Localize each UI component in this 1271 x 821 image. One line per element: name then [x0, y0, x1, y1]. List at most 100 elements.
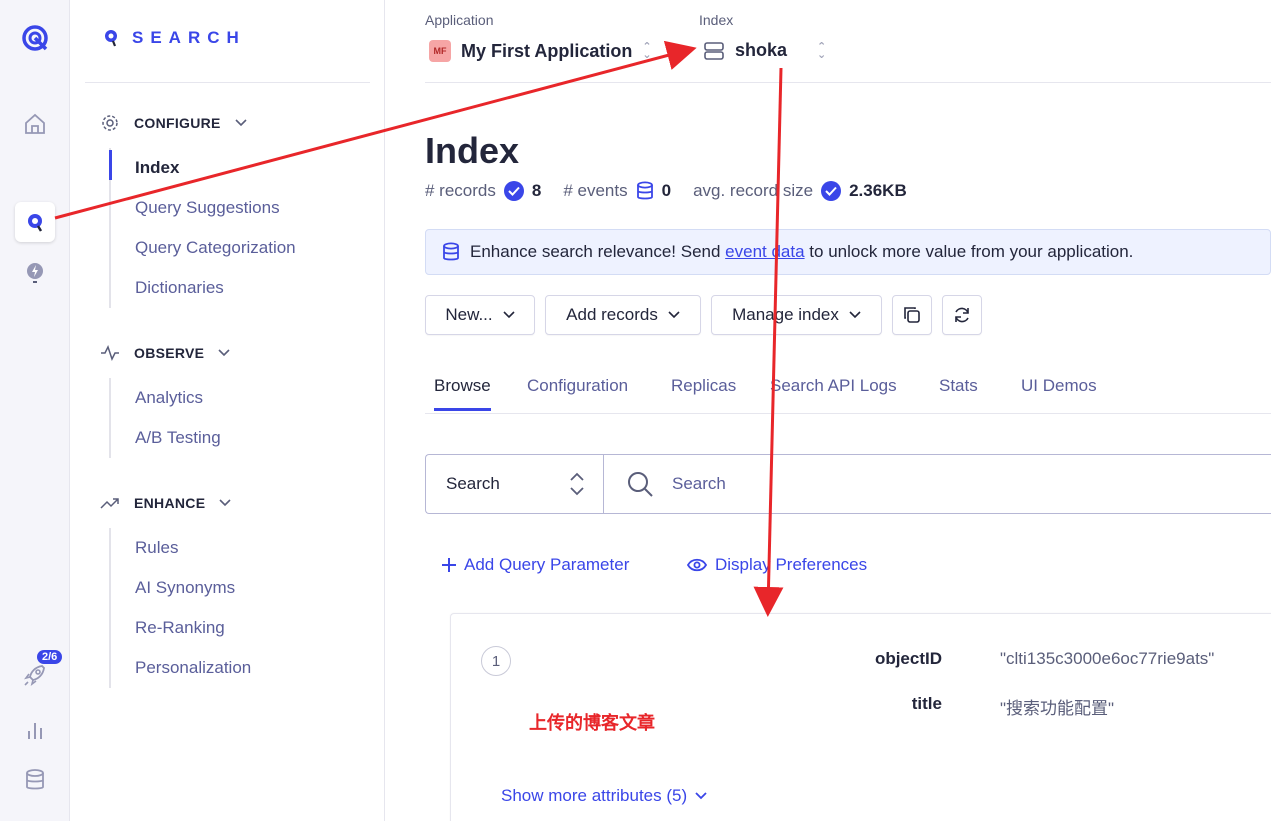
- add-query-parameter-label: Add Query Parameter: [464, 555, 630, 574]
- section-configure-label: CONFIGURE: [134, 115, 221, 131]
- add-records-label: Add records: [566, 305, 658, 324]
- show-more-attributes-button[interactable]: Show more attributes (5): [501, 786, 707, 806]
- record-size-label: avg. record size: [693, 181, 814, 200]
- chevron-down-icon: [218, 349, 230, 357]
- show-more-label: Show more attributes (5): [501, 786, 688, 805]
- event-data-link[interactable]: event data: [725, 242, 804, 261]
- algolia-logo-icon[interactable]: [15, 18, 55, 58]
- events-value: 0: [661, 181, 672, 200]
- copy-icon: [904, 307, 920, 323]
- manage-index-button[interactable]: Manage index: [711, 295, 882, 335]
- tab-stats[interactable]: Stats: [939, 376, 978, 396]
- search-product-icon[interactable]: [15, 202, 55, 242]
- records-label: # records: [425, 181, 496, 200]
- search-placeholder: Search: [672, 474, 726, 493]
- add-query-parameter-link[interactable]: Add Query Parameter: [442, 555, 629, 575]
- onboarding-badge: 2/6: [37, 650, 63, 664]
- enhance-list: Rules AI Synonyms Re-Ranking Personaliza…: [109, 528, 251, 688]
- attr-value-title: "搜索功能配置": [1000, 699, 1115, 718]
- section-observe[interactable]: OBSERVE: [100, 343, 230, 363]
- plus-icon: [442, 558, 456, 572]
- add-records-button[interactable]: Add records: [545, 295, 701, 335]
- refresh-icon: [955, 307, 969, 323]
- search-mode-value: Search: [446, 474, 500, 493]
- nav-item-query-categorization[interactable]: Query Categorization: [135, 228, 296, 268]
- nav-item-query-suggestions[interactable]: Query Suggestions: [135, 188, 296, 228]
- select-arrows-icon: [570, 472, 584, 496]
- search-input[interactable]: Search: [604, 455, 1271, 513]
- gear-icon: [102, 115, 118, 131]
- annotation-text: 上传的博客文章: [529, 713, 655, 733]
- eye-icon: [687, 558, 707, 572]
- nav-item-re-ranking[interactable]: Re-Ranking: [135, 608, 251, 648]
- database-icon: [443, 242, 459, 261]
- search-icon: [628, 472, 653, 497]
- search-brand-icon: [105, 30, 117, 47]
- sort-arrows-icon: ⌃ ⌄: [642, 41, 652, 61]
- database-icon: [636, 181, 653, 200]
- recommend-icon[interactable]: [15, 253, 55, 293]
- new-button[interactable]: New...: [425, 295, 535, 335]
- tab-search-api-logs[interactable]: Search API Logs: [770, 376, 897, 396]
- nav-item-ai-synonyms[interactable]: AI Synonyms: [135, 568, 251, 608]
- chevron-down-icon: [235, 119, 247, 127]
- index-selector[interactable]: shoka ⌃ ⌄: [703, 40, 826, 61]
- analytics-icon[interactable]: [15, 710, 55, 750]
- page-title: Index: [425, 130, 520, 171]
- chevron-down-icon: [219, 499, 231, 507]
- product-nav: SEARCH CONFIGURE Index Query Suggestions…: [70, 0, 385, 821]
- home-icon[interactable]: [15, 104, 55, 144]
- main-content: Application MF My First Application ⌃ ⌄ I…: [385, 0, 1271, 821]
- tab-replicas[interactable]: Replicas: [671, 376, 736, 396]
- banner-text: Enhance search relevance! Send event dat…: [470, 242, 1133, 262]
- nav-item-index[interactable]: Index: [109, 148, 296, 188]
- index-label: Index: [699, 12, 734, 28]
- tab-ui-demos[interactable]: UI Demos: [1021, 376, 1097, 396]
- attr-key-title: title: [911, 694, 942, 713]
- index-tabs: Browse Configuration Replicas Search API…: [425, 372, 1271, 414]
- display-preferences-link[interactable]: Display Preferences: [687, 555, 867, 575]
- application-selector[interactable]: MF My First Application ⌃ ⌄: [429, 40, 652, 62]
- application-avatar: MF: [429, 40, 451, 62]
- index-name: shoka: [735, 40, 788, 60]
- sort-arrows-icon: ⌃ ⌄: [817, 40, 827, 61]
- brand-label: SEARCH: [132, 28, 246, 47]
- refresh-button[interactable]: [942, 295, 982, 335]
- section-enhance[interactable]: ENHANCE: [100, 493, 231, 513]
- record-size-value: 2.36KB: [849, 181, 907, 200]
- observe-list: Analytics A/B Testing: [109, 378, 221, 458]
- nav-item-analytics[interactable]: Analytics: [135, 378, 221, 418]
- record-index: 1: [481, 646, 511, 676]
- index-stats: # records 8 # events 0 avg. record size …: [425, 181, 921, 201]
- manage-index-label: Manage index: [732, 305, 839, 324]
- nav-item-rules[interactable]: Rules: [135, 528, 251, 568]
- section-configure[interactable]: CONFIGURE: [100, 113, 247, 133]
- search-brand: SEARCH: [104, 28, 246, 48]
- nav-item-personalization[interactable]: Personalization: [135, 648, 251, 688]
- new-button-label: New...: [445, 305, 493, 324]
- search-mode-select[interactable]: Search: [426, 455, 604, 513]
- database-icon[interactable]: [15, 760, 55, 800]
- server-icon: [704, 41, 724, 60]
- nav-item-dictionaries[interactable]: Dictionaries: [135, 268, 296, 308]
- chevron-down-icon: [695, 792, 707, 800]
- tab-browse[interactable]: Browse: [434, 376, 491, 411]
- trend-up-icon: [100, 498, 119, 509]
- icon-rail: 2/6: [0, 0, 70, 821]
- tab-configuration[interactable]: Configuration: [527, 376, 628, 396]
- check-circle-icon: [503, 181, 524, 201]
- nav-item-ab-testing[interactable]: A/B Testing: [135, 418, 221, 458]
- configure-list: Index Query Suggestions Query Categoriza…: [109, 148, 296, 308]
- header-divider: [425, 82, 1271, 83]
- chevron-down-icon: [668, 311, 680, 319]
- section-enhance-label: ENHANCE: [134, 495, 206, 511]
- display-preferences-label: Display Preferences: [715, 555, 868, 574]
- banner-prefix: Enhance search relevance! Send: [470, 242, 726, 261]
- application-label: Application: [425, 12, 494, 28]
- pulse-icon: [101, 345, 119, 361]
- banner-suffix: to unlock more value from your applicati…: [804, 242, 1134, 261]
- nav-divider: [85, 82, 370, 83]
- copy-button[interactable]: [892, 295, 932, 335]
- check-circle-icon: [821, 181, 842, 201]
- event-data-banner: Enhance search relevance! Send event dat…: [425, 229, 1271, 275]
